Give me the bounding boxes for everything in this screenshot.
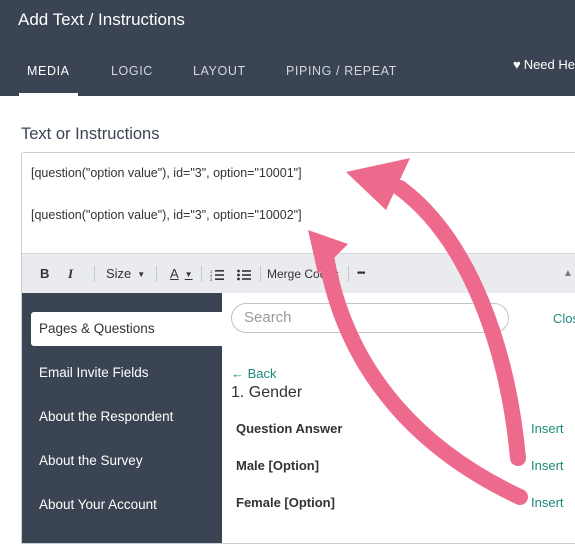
- bold-button[interactable]: B: [40, 254, 49, 294]
- editor-toolbar: B I Size ▼ A ▼ 1 2 3 Merge Codes ••• ▲: [22, 253, 575, 294]
- tab-layout[interactable]: LAYOUT: [193, 54, 246, 96]
- svg-text:3: 3: [210, 277, 213, 281]
- caret-down-icon: ▼: [184, 269, 193, 279]
- option-label: Female [Option]: [236, 495, 335, 510]
- piping-sidebar: Pages & Questions Email Invite Fields Ab…: [22, 293, 222, 543]
- rich-text-editor[interactable]: [question("option value"), id="3", optio…: [21, 152, 575, 544]
- help-link[interactable]: ♥ Need He: [513, 57, 575, 72]
- insert-link[interactable]: Insert: [531, 421, 564, 436]
- size-dropdown[interactable]: Size ▼: [106, 254, 145, 294]
- sidebar-item-email-invite-fields[interactable]: Email Invite Fields: [31, 356, 222, 390]
- numbered-list-icon[interactable]: 1 2 3: [210, 254, 224, 294]
- heart-icon: ♥: [512, 57, 521, 72]
- italic-button[interactable]: I: [68, 254, 73, 294]
- dialog-title: Add Text / Instructions: [18, 10, 185, 29]
- question-title: 1. Gender: [231, 384, 303, 401]
- sidebar-item-pages-questions[interactable]: Pages & Questions: [31, 312, 222, 346]
- font-color-dropdown[interactable]: A ▼: [170, 254, 193, 294]
- bullet-list-icon[interactable]: [237, 254, 251, 294]
- search-input[interactable]: Search: [231, 303, 509, 333]
- insert-link[interactable]: Insert: [531, 458, 564, 473]
- option-label: Male [Option]: [236, 458, 320, 473]
- editor-content[interactable]: [question("option value"), id="3", optio…: [31, 163, 302, 226]
- option-label: Question Answer: [236, 421, 343, 436]
- caret-down-icon: ▼: [137, 269, 146, 279]
- sidebar-item-about-account[interactable]: About Your Account: [31, 488, 222, 522]
- editor-line: [question("option value"), id="3", optio…: [31, 166, 302, 180]
- sidebar-item-about-survey[interactable]: About the Survey: [31, 444, 222, 478]
- tab-piping-repeat[interactable]: PIPING / REPEAT: [286, 54, 397, 96]
- insert-link[interactable]: Insert: [531, 495, 564, 510]
- help-label: Need He: [523, 57, 575, 72]
- close-link[interactable]: Clos: [553, 311, 575, 326]
- section-label: Text or Instructions: [21, 125, 160, 143]
- tab-media[interactable]: MEDIA: [19, 54, 78, 96]
- app-header: Add Text / Instructions MEDIA LOGIC LAYO…: [0, 0, 575, 96]
- search-placeholder: Search: [244, 309, 292, 326]
- merge-codes-button[interactable]: Merge Codes: [267, 254, 339, 294]
- piping-panel: Pages & Questions Email Invite Fields Ab…: [22, 293, 575, 543]
- tab-logic[interactable]: LOGIC: [111, 54, 153, 96]
- collapse-icon[interactable]: ▲: [563, 254, 573, 294]
- more-options-icon[interactable]: •••: [357, 254, 365, 294]
- tab-bar: MEDIA LOGIC LAYOUT PIPING / REPEAT: [0, 54, 575, 96]
- search-icon[interactable]: [484, 311, 498, 325]
- sidebar-item-about-respondent[interactable]: About the Respondent: [31, 400, 222, 434]
- back-link[interactable]: ← Back: [231, 366, 277, 381]
- editor-line: [question("option value"), id="3", optio…: [31, 208, 302, 222]
